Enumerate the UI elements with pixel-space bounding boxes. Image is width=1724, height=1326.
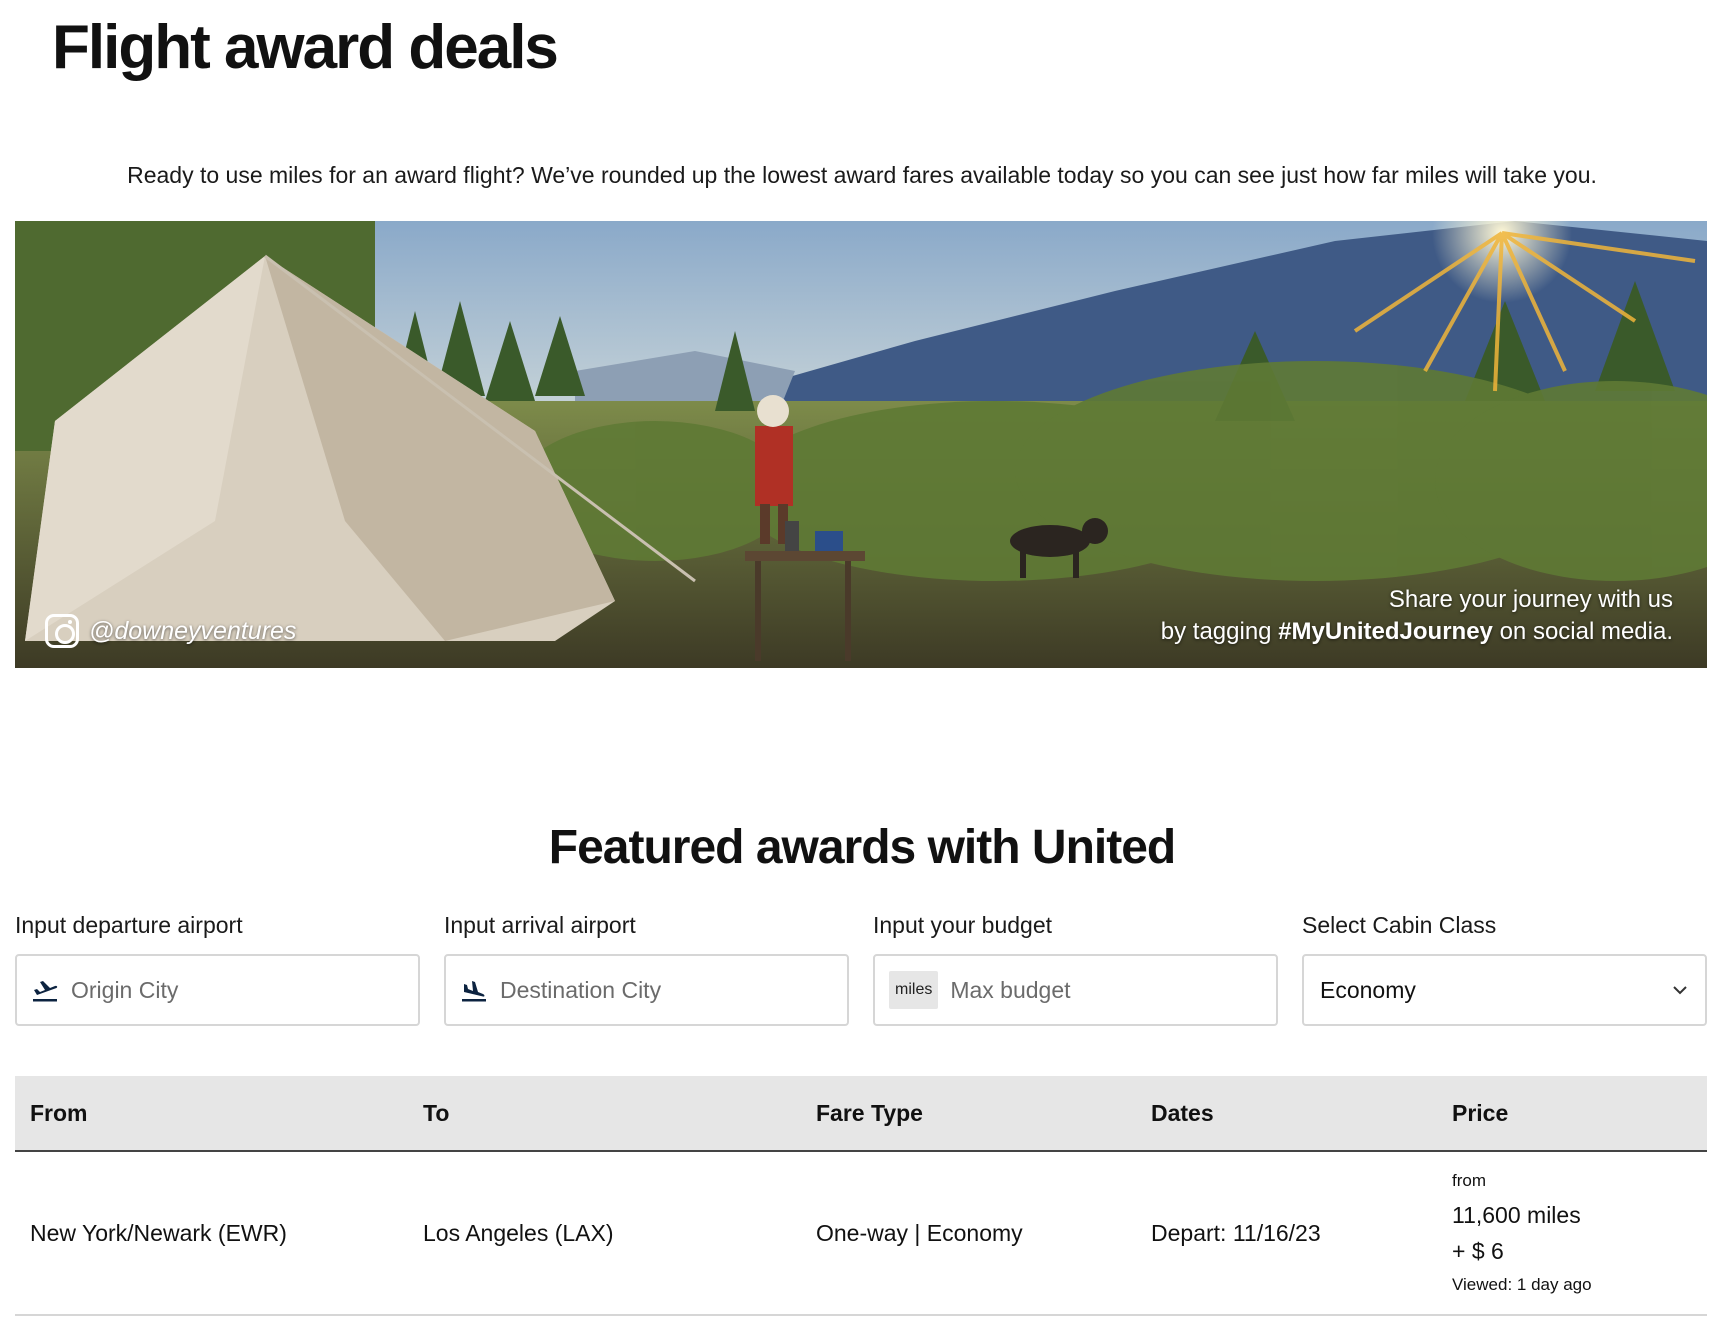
header-to: To [423,1099,450,1126]
budget-label: Input your budget [873,912,1053,938]
price-fee: + $ 6 [1452,1238,1504,1264]
cabin-filter: Select Cabin Class Economy [1302,910,1707,1026]
instagram-handle: @downeyventures [45,614,296,648]
price-miles: 11,600 miles [1452,1202,1581,1228]
hero-hashtag: #MyUnitedJourney [1278,618,1493,645]
intro-text: Ready to use miles for an award flight? … [127,162,1597,188]
instagram-icon [45,614,79,648]
hero-caption-line1: Share your journey with us [1388,586,1673,613]
landing-icon [462,981,486,1002]
cell-to: Los Angeles (LAX) [423,1219,614,1246]
cell-fare-type: One-way | Economy [816,1219,1023,1246]
header-dates: Dates [1151,1099,1214,1126]
hero-caption-suffix: on social media. [1492,618,1673,645]
price-from-label: from [1452,1171,1486,1190]
header-from: From [30,1099,88,1126]
budget-field[interactable]: miles [873,954,1278,1026]
hero-caption-prefix: by tagging [1160,618,1279,645]
cabin-select-value: Economy [1320,976,1416,1003]
miles-unit-tag: miles [889,971,939,1009]
hero-banner: @downeyventures Share your journey with … [15,221,1707,668]
departure-field[interactable] [15,954,420,1026]
chevron-down-icon [1673,986,1687,995]
header-fare-type: Fare Type [816,1099,923,1126]
arrival-label: Input arrival airport [444,912,636,938]
section-title: Featured awards with United [548,821,1176,874]
cabin-select[interactable]: Economy [1302,954,1707,1026]
page-title: Flight award deals [52,13,559,82]
departure-filter: Input departure airport [15,910,420,1026]
hero-caption-line2: by tagging #MyUnitedJourney on social me… [1161,616,1673,648]
awards-table: From To Fare Type Dates Price New York/N… [15,1076,1707,1316]
cell-from: New York/Newark (EWR) [30,1219,287,1246]
hero-caption: Share your journey with us by tagging #M… [1161,584,1673,648]
price-viewed: Viewed: 1 day ago [1452,1275,1592,1294]
arrival-field[interactable] [444,954,849,1026]
table-header: From To Fare Type Dates Price [15,1076,1707,1152]
header-price: Price [1452,1099,1509,1126]
table-row[interactable]: New York/Newark (EWR) Los Angeles (LAX) … [15,1152,1707,1316]
arrival-input[interactable] [500,976,800,1004]
cabin-label: Select Cabin Class [1302,912,1497,938]
budget-filter: Input your budget miles [873,910,1278,1026]
departure-input[interactable] [71,976,371,1004]
takeoff-icon [33,981,58,1002]
arrival-filter: Input arrival airport [444,910,849,1026]
hero-handle-text: @downeyventures [89,616,297,645]
cell-price: from 11,600 miles + $ 6 Viewed: 1 day ag… [1437,1171,1707,1295]
departure-label: Input departure airport [15,912,243,938]
budget-input[interactable] [950,976,1251,1004]
cell-dates: Depart: 11/16/23 [1151,1219,1321,1246]
